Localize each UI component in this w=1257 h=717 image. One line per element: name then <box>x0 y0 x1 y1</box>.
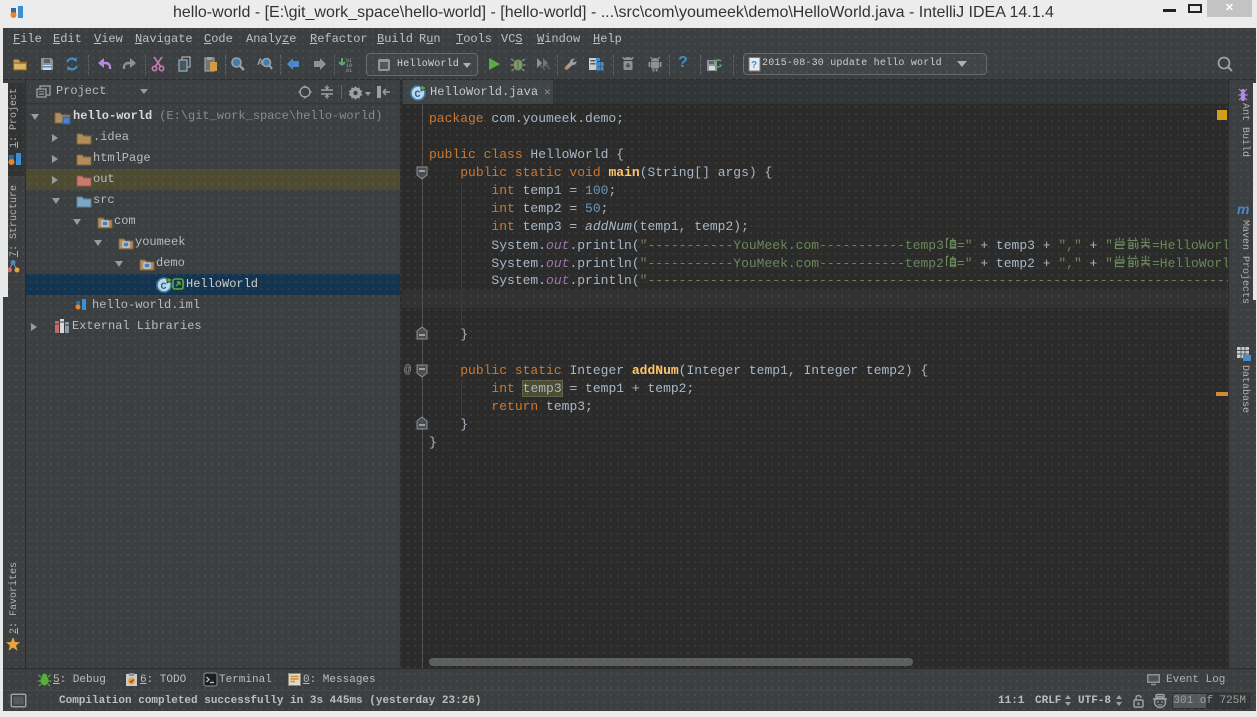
svg-text:?: ? <box>751 60 757 71</box>
svg-text:C: C <box>415 90 421 101</box>
svg-text:01: 01 <box>346 68 352 72</box>
svg-text:C: C <box>161 282 167 293</box>
